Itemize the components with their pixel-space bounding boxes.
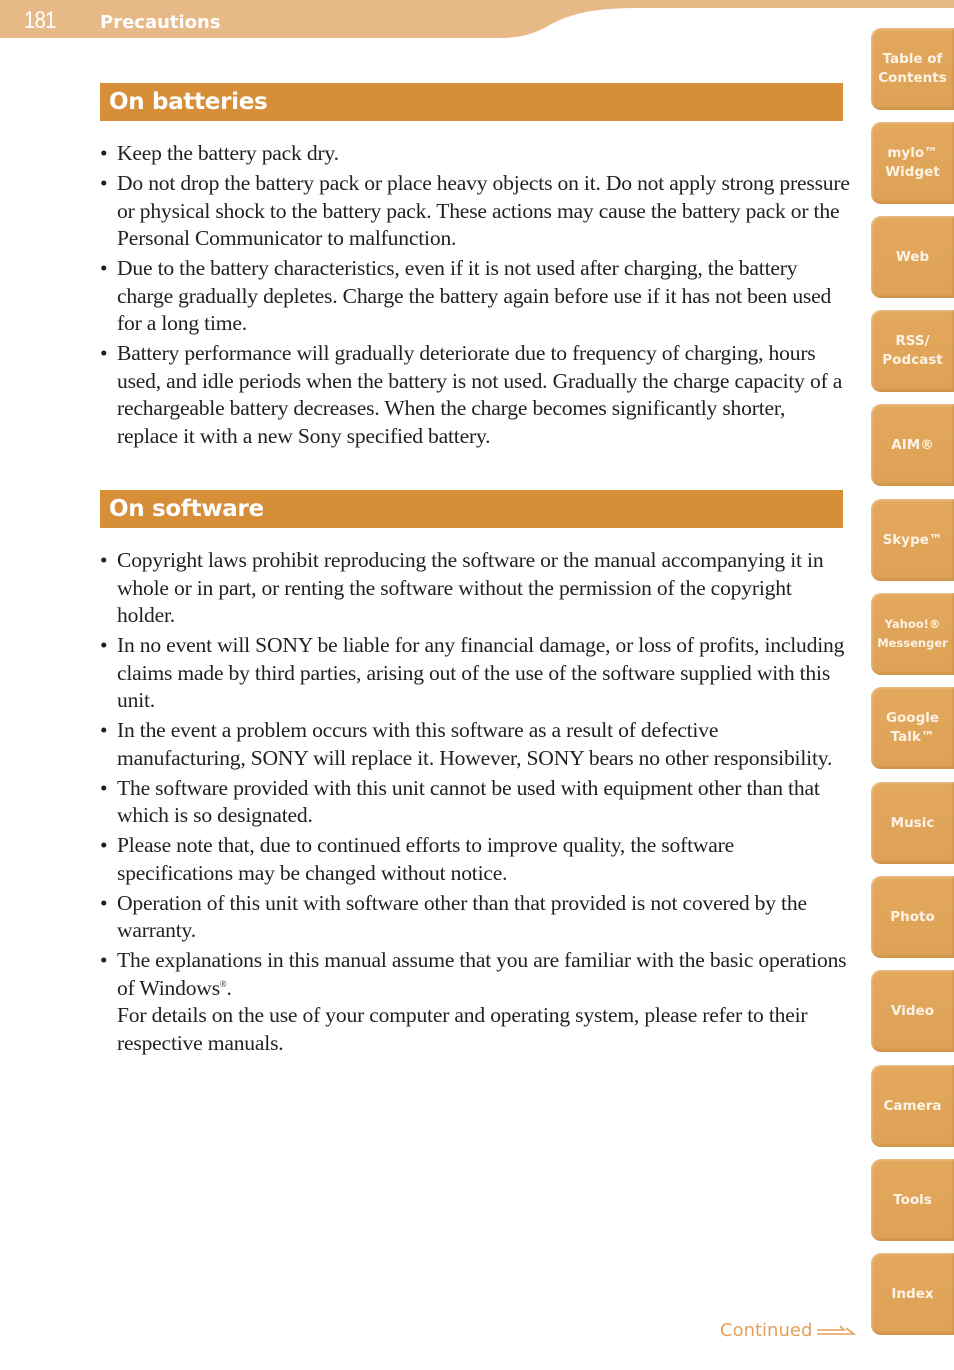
tab-label: Index bbox=[891, 1285, 934, 1302]
bullet-icon: • bbox=[100, 256, 108, 280]
list-item: • Copyright laws prohibit reproducing the… bbox=[100, 547, 850, 630]
tab-tools[interactable]: Tools bbox=[871, 1159, 954, 1241]
tab-label: Music bbox=[890, 814, 935, 831]
section-heading-text: On batteries bbox=[109, 89, 268, 115]
tab-music[interactable]: Music bbox=[871, 782, 954, 864]
bullet-icon: • bbox=[100, 833, 108, 857]
list-item-text: The software provided with this unit can… bbox=[117, 775, 820, 828]
tab-web[interactable]: Web bbox=[871, 216, 954, 298]
bullet-icon: • bbox=[100, 141, 108, 165]
tab-label: Table of Contents bbox=[878, 51, 947, 86]
tab-table-of-contents[interactable]: Table of Contents bbox=[871, 28, 954, 110]
tab-label: mylo™ Widget bbox=[885, 145, 940, 180]
tab-label: Yahoo!® Messenger bbox=[877, 617, 948, 650]
bullet-icon: • bbox=[100, 548, 108, 572]
bullet-icon: • bbox=[100, 948, 108, 972]
list-item: • Battery performance will gradually dete… bbox=[100, 340, 850, 450]
tab-index[interactable]: Index bbox=[871, 1253, 954, 1335]
list-item: • Keep the battery pack dry. bbox=[100, 140, 850, 168]
bullet-icon: • bbox=[100, 341, 108, 365]
tab-label: Tools bbox=[893, 1191, 932, 1208]
list-item: • In no event will SONY be liable for any… bbox=[100, 632, 850, 715]
list-item-text: Please note that, due to continued effor… bbox=[117, 833, 735, 885]
list-item-text: Due to the battery characteristics, even… bbox=[117, 256, 832, 335]
tab-label: Google Talk™ bbox=[885, 710, 940, 745]
tab-label: Camera bbox=[883, 1097, 942, 1114]
list-item-text-end: . bbox=[226, 975, 232, 1000]
continued-label: Continued bbox=[720, 1320, 813, 1341]
page-title: Precautions bbox=[100, 12, 221, 33]
list-item-text: In no event will SONY be liable for any … bbox=[117, 633, 845, 712]
section-heading-text: On software bbox=[109, 496, 264, 522]
tab-mylo-widget[interactable]: mylo™ Widget bbox=[871, 122, 954, 204]
software-bullet-list: • Copyright laws prohibit reproducing the… bbox=[100, 547, 850, 1060]
list-item: • Do not drop the battery pack or place h… bbox=[100, 170, 850, 253]
list-item-text: Battery performance will gradually deter… bbox=[117, 341, 843, 448]
tab-google-talk[interactable]: Google Talk™ bbox=[871, 687, 954, 769]
tab-skype[interactable]: Skype™ bbox=[871, 499, 954, 581]
tab-camera[interactable]: Camera bbox=[871, 1065, 954, 1147]
tab-label: Web bbox=[895, 248, 930, 265]
arrow-right-icon bbox=[817, 1325, 857, 1335]
section-heading-batteries: On batteries bbox=[100, 83, 843, 121]
list-item: • Please note that, due to continued effo… bbox=[100, 832, 850, 887]
tab-video[interactable]: Video bbox=[871, 970, 954, 1052]
tab-rss-podcast[interactable]: RSS/ Podcast bbox=[871, 310, 954, 392]
tab-photo[interactable]: Photo bbox=[871, 876, 954, 958]
list-item: • In the event a problem occurs with this… bbox=[100, 717, 850, 772]
tab-label: RSS/ Podcast bbox=[882, 333, 943, 368]
list-item: • The explanations in this manual assume … bbox=[100, 947, 850, 1057]
bullet-icon: • bbox=[100, 718, 108, 742]
batteries-bullet-list: • Keep the battery pack dry. • Do not drop… bbox=[100, 140, 850, 453]
tab-label: Photo bbox=[890, 908, 935, 925]
tab-label: Video bbox=[891, 1002, 934, 1019]
bullet-icon: • bbox=[100, 171, 108, 195]
list-item: • Operation of this unit with software ot… bbox=[100, 890, 850, 945]
page-header: 181 Precautions bbox=[0, 0, 954, 40]
list-item-text: In the event a problem occurs with this … bbox=[117, 718, 833, 770]
list-item-continuation: For details on the use of your computer … bbox=[117, 1003, 808, 1055]
page-number: 181 bbox=[24, 7, 56, 34]
list-item-text: Keep the battery pack dry. bbox=[117, 141, 339, 165]
list-item-text: Do not drop the battery pack or place he… bbox=[117, 171, 850, 250]
registered-mark: ® bbox=[219, 978, 227, 989]
list-item-text: Copyright laws prohibit reproducing the … bbox=[117, 548, 824, 627]
list-item: • The software provided with this unit ca… bbox=[100, 775, 850, 830]
bullet-icon: • bbox=[100, 890, 108, 915]
tab-label: AIM® bbox=[891, 436, 934, 453]
tab-yahoo-messenger[interactable]: Yahoo!® Messenger bbox=[871, 593, 954, 675]
section-heading-software: On software bbox=[100, 490, 843, 528]
bullet-icon: • bbox=[100, 775, 108, 800]
list-item: • Due to the battery characteristics, eve… bbox=[100, 255, 850, 338]
bullet-icon: • bbox=[100, 633, 108, 657]
tab-aim[interactable]: AIM® bbox=[871, 404, 954, 486]
continued-link[interactable]: Continued bbox=[720, 1320, 857, 1342]
tab-label: Skype™ bbox=[882, 531, 943, 548]
list-item-text: Operation of this unit with software oth… bbox=[117, 890, 807, 943]
